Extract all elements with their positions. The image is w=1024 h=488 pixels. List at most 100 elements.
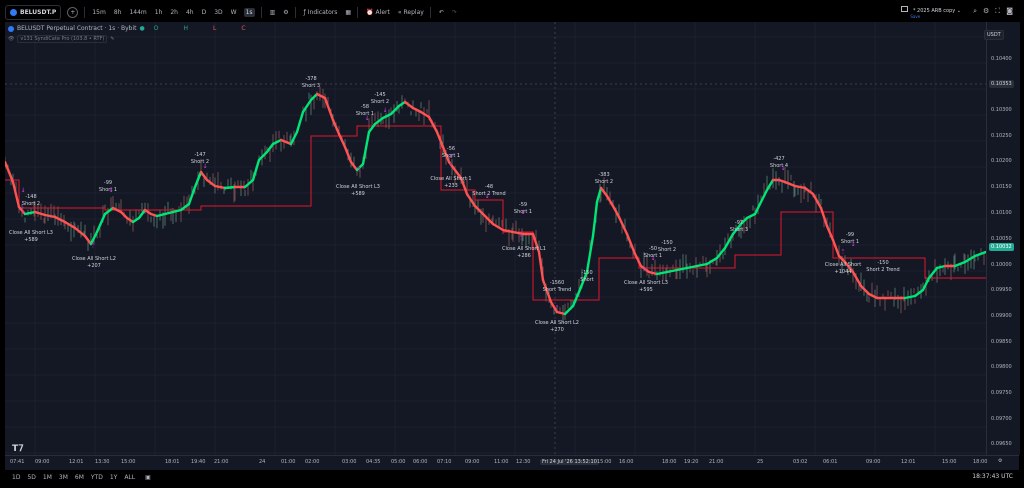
trend-line-segment — [155, 212, 167, 218]
chart-settings-icon[interactable]: ⚙ — [283, 9, 288, 16]
indicators-button[interactable]: ƒ Indicators — [304, 9, 338, 16]
trend-line-segment — [243, 178, 255, 189]
legend-open-label: O — [153, 25, 159, 32]
range-6m[interactable]: 6M — [75, 474, 84, 481]
range-1y[interactable]: 1Y — [110, 474, 117, 481]
trend-line-segment — [95, 212, 107, 234]
legend-high-label: H — [183, 25, 189, 32]
currency-selector[interactable]: USDT — [984, 30, 1004, 40]
chart-type-icon[interactable]: ▥ — [270, 9, 276, 16]
timeframe-d[interactable]: D — [201, 9, 208, 16]
trade-annotation-value: Close All Short L3 — [624, 280, 668, 286]
trade-annotation-value: -378 — [305, 76, 316, 82]
layout-name-button[interactable]: * 2025 ARB copy ⌄ Save — [901, 6, 961, 20]
short-entry-arrow-icon: ↓ — [20, 187, 25, 194]
range-1d[interactable]: 1D — [12, 474, 20, 481]
timeframe-1s[interactable]: 1s — [243, 8, 255, 17]
time-tick-label: 09:00 — [35, 459, 50, 465]
toolbar-divider — [357, 7, 359, 18]
layout-templates-icon[interactable]: ▦ — [345, 9, 351, 16]
chevron-down-icon: ⌄ — [956, 8, 961, 14]
trade-annotation-value: Close All Short L2 — [72, 256, 116, 262]
timeframe-15m[interactable]: 15m — [91, 9, 106, 16]
redo-icon[interactable]: ↷ — [452, 9, 457, 16]
timeframe-3d[interactable]: 3D — [213, 9, 223, 16]
trend-line-segment — [301, 98, 313, 114]
range-all[interactable]: ALL — [124, 474, 135, 481]
timeframe-4h[interactable]: 4h — [185, 9, 195, 16]
signal-marker-icon: ⇡ — [518, 234, 524, 242]
price-tick-label: 0.10400 — [991, 56, 1012, 62]
alert-button[interactable]: ⏰ Alert — [366, 9, 390, 16]
timeframe-1h[interactable]: 1h — [154, 9, 164, 16]
time-tick-label: 15:00 — [942, 459, 957, 465]
fullscreen-icon[interactable]: ⛶ — [995, 7, 1000, 16]
indicator-visibility-icon[interactable]: 👁 — [8, 36, 14, 42]
legend-indicator-row[interactable]: 👁 v131 SyndiCate Pro (103.8 • RTF) ✎ — [8, 35, 246, 43]
time-tick-label: 06:01 — [823, 459, 838, 465]
time-tick-label: 18:00 — [662, 459, 677, 465]
trend-line-segment — [323, 96, 335, 122]
trade-annotation-value: -427 — [773, 156, 784, 162]
trade-annotation-value: Close All Short L3 — [9, 230, 53, 236]
undo-icon[interactable]: ↶ — [439, 9, 444, 16]
tradingview-logo-icon[interactable]: T𝟩 — [12, 444, 24, 454]
chart-pane[interactable]: -148 Short 2 Close All Short L3 +589 -99 Shor… — [3, 22, 988, 455]
trend-line-segment — [715, 246, 727, 260]
compare-symbol-icon[interactable]: + — [67, 7, 79, 18]
timeframe-144m[interactable]: 144m — [128, 9, 147, 16]
trend-line-segment — [831, 238, 841, 258]
time-tick-label: 24 — [259, 459, 266, 465]
range-3m[interactable]: 3M — [59, 474, 68, 481]
time-scale-settings-icon[interactable]: ⚙ — [998, 458, 1002, 464]
time-tick-label: 09:00 — [465, 459, 480, 465]
trade-annotation-label: +1044 — [835, 269, 852, 275]
trend-line-segment — [315, 92, 327, 100]
trend-line-segment — [33, 210, 47, 217]
time-tick-label: 07:10 — [437, 459, 452, 465]
legend-symbol-row[interactable]: BELUSDT Perpetual Contract · 1s · Bybit … — [8, 25, 246, 32]
trend-line-segment — [647, 270, 659, 276]
range-5d[interactable]: 5D — [27, 474, 35, 481]
timeframe-2h[interactable]: 2h — [169, 9, 179, 16]
signal-marker-icon: ⇡ — [840, 248, 846, 256]
quick-search-icon[interactable]: ⌕ — [973, 7, 977, 16]
timeframe-w[interactable]: W — [230, 9, 238, 16]
price-chart[interactable]: -148Short 2Close All Short L3+589-99Shor… — [3, 22, 988, 455]
camera-icon[interactable]: ◙ — [1006, 7, 1013, 16]
clock-timezone-button[interactable]: 18:37:43 UTC — [972, 473, 1013, 480]
settings-gear-icon[interactable]: ⚙ — [983, 7, 989, 16]
time-tick-label: 21:00 — [214, 459, 229, 465]
time-tick-label: 19:40 — [191, 459, 206, 465]
time-tick-label: 09:00 — [866, 459, 881, 465]
price-scale[interactable]: 0.104000.103500.103000.102500.102000.101… — [986, 22, 1020, 455]
short-entry-arrow-icon: ↓ — [364, 115, 369, 122]
short-entry-arrow-icon: ↓ — [202, 163, 207, 170]
trend-line-segment — [723, 232, 735, 250]
trade-annotation-value: Close All Short L1 — [502, 246, 546, 252]
symbol-search-button[interactable]: BELUSDT.P — [5, 5, 62, 20]
trend-line-segment — [625, 232, 637, 256]
time-tick-label: 18:01 — [165, 459, 180, 465]
replay-button[interactable]: «Replay — [398, 9, 424, 16]
exchange-logo-icon — [8, 25, 14, 32]
indicators-label: Indicators — [307, 9, 338, 16]
range-1m[interactable]: 1M — [43, 474, 52, 481]
time-tick-label: 03:02 — [793, 459, 808, 465]
trade-annotation-value: -58 — [361, 104, 369, 110]
price-tick-label: 0.10000 — [991, 262, 1012, 268]
trend-line-segment — [913, 288, 925, 298]
trade-annotation-value: -150 — [581, 270, 592, 276]
short-entry-arrow-icon: ↓ — [484, 193, 489, 200]
range-ytd[interactable]: YTD — [91, 474, 103, 481]
time-scale[interactable]: 07:41 09:00 12:01 13:30 15:00 18:01 19:40 21:00… — [5, 455, 1019, 470]
bottom-toolbar: 1D 5D 1M 3M 6M YTD 1Y ALL ▣ 18:37:43 UTC — [5, 470, 1019, 484]
indicator-settings-icon[interactable]: ✎ — [110, 36, 114, 42]
time-tick-label: 03:00 — [342, 459, 357, 465]
date-range-calendar-icon[interactable]: ▣ — [145, 474, 151, 481]
layout-checkbox-icon — [901, 6, 909, 12]
timeframe-8h[interactable]: 8h — [113, 9, 123, 16]
price-tick-label: 0.09750 — [991, 390, 1012, 396]
price-tick-label: 0.09800 — [991, 364, 1012, 370]
trend-line-segment — [257, 150, 269, 162]
